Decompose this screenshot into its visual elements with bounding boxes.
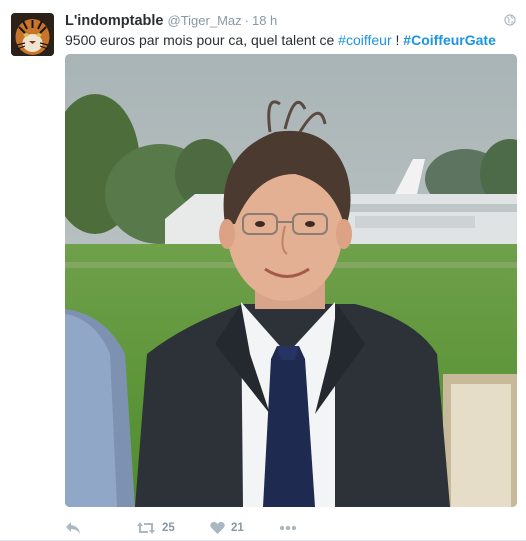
- hashtag-link[interactable]: #CoiffeurGate: [403, 32, 496, 48]
- tweet-photo[interactable]: [65, 54, 517, 507]
- reply-icon: [66, 522, 80, 534]
- tweet-header: L'indomptable @Tiger_Maz · 18 h: [65, 12, 496, 30]
- time-separator: ·: [244, 13, 249, 28]
- like-count: 21: [231, 522, 244, 534]
- like-button[interactable]: 21: [210, 518, 244, 538]
- tweet-timestamp[interactable]: 18 h: [252, 13, 277, 28]
- tweet-actions: 25 21: [65, 518, 505, 538]
- tweet[interactable]: L'indomptable @Tiger_Maz · 18 h 9500 euros …: [0, 0, 526, 541]
- globe-icon: [504, 14, 516, 26]
- hashtag-link[interactable]: #coiffeur: [338, 32, 391, 48]
- retweet-count: 25: [162, 522, 175, 534]
- more-button[interactable]: [279, 518, 297, 538]
- author-handle[interactable]: @Tiger_Maz: [168, 13, 242, 28]
- reply-button[interactable]: [65, 518, 81, 538]
- tweet-text: 9500 euros par mois pour ca, quel talent…: [65, 31, 496, 49]
- tweet-text-part: 9500 euros par mois pour ca, quel talent…: [65, 32, 339, 48]
- avatar[interactable]: [11, 13, 54, 56]
- retweet-button[interactable]: 25: [136, 518, 175, 538]
- author-name[interactable]: L'indomptable: [65, 13, 164, 29]
- tweet-text-part: !: [391, 32, 404, 48]
- retweet-icon: [137, 522, 155, 534]
- heart-icon: [210, 521, 225, 534]
- more-dots-icon: [279, 525, 297, 531]
